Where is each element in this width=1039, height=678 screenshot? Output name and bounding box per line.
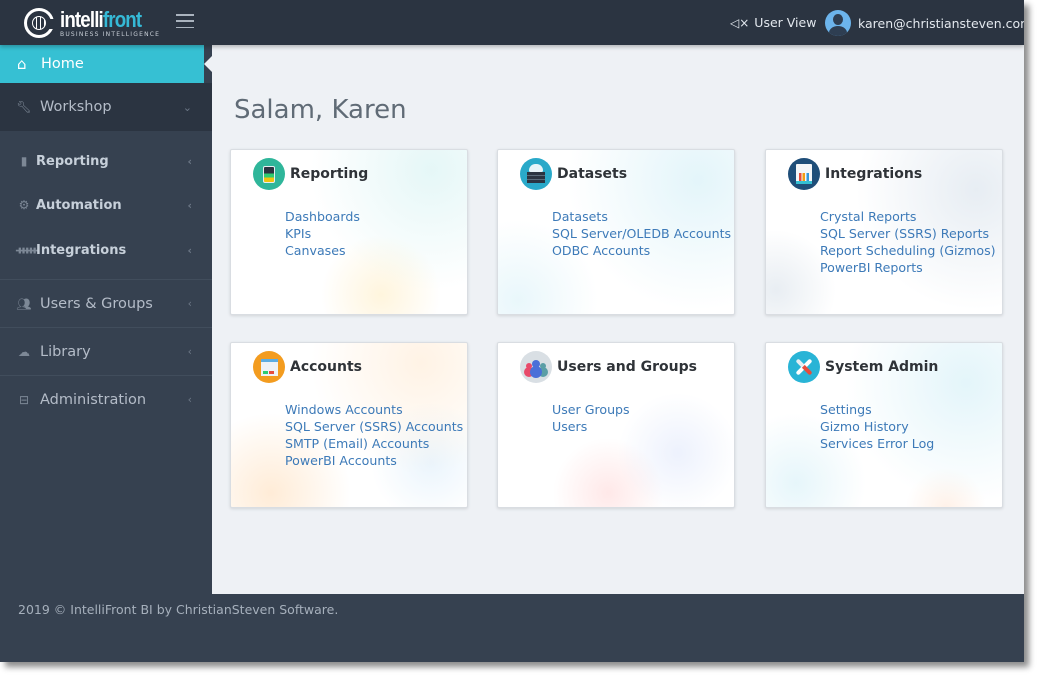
link-gizmo-history[interactable]: Gizmo History — [820, 418, 934, 435]
sidebar-item-library[interactable]: ☁ Library ‹ — [0, 328, 212, 375]
footer: 2019 © IntelliFront BI by ChristianSteve… — [0, 594, 1024, 662]
home-icon: ⌂ — [17, 55, 27, 73]
user-view-label: User View — [754, 15, 817, 30]
report-chart-icon — [788, 158, 820, 190]
logo-wordmark: intellifront — [60, 6, 142, 32]
top-bar: intellifront BUSINESS INTELLIGENCE ◁× Us… — [0, 0, 1024, 45]
chevron-left-icon: ‹ — [187, 243, 192, 257]
briefcase-icon: ⊟ — [18, 392, 30, 407]
card-datasets: Datasets Datasets SQL Server/OLEDB Accou… — [497, 149, 735, 315]
sidebar-item-workshop[interactable]: 🔧︎ Workshop ⌄ — [0, 83, 212, 131]
users-icon: 👥︎ — [16, 296, 32, 311]
sidebar-item-label: Integrations — [36, 242, 127, 258]
link-dashboards[interactable]: Dashboards — [285, 208, 360, 225]
footer-copyright: 2019 © IntelliFront BI by ChristianSteve… — [18, 602, 339, 617]
sidebar-item-label: Workshop — [40, 99, 112, 115]
card-title: System Admin — [825, 359, 939, 375]
card-title: Users and Groups — [557, 359, 697, 375]
user-view-button[interactable]: ◁× User View — [730, 15, 816, 30]
chevron-left-icon: ‹ — [187, 198, 192, 212]
app-window: intellifront BUSINESS INTELLIGENCE ◁× Us… — [0, 0, 1024, 662]
cloud-icon: ☁ — [18, 344, 30, 359]
sidebar-item-reporting[interactable]: ▮ Reporting ‹ — [0, 151, 212, 171]
sidebar-item-label: Automation — [36, 197, 122, 213]
tablet-chart-icon — [253, 158, 285, 190]
sidebar-item-label: Reporting — [36, 153, 109, 169]
link-smtp-accounts[interactable]: SMTP (Email) Accounts — [285, 435, 463, 452]
user-email: karen@christiansteven.com — [858, 15, 1024, 31]
link-powerbi-reports[interactable]: PowerBI Reports — [820, 259, 996, 276]
chevron-left-icon: ‹ — [187, 154, 192, 168]
chevron-down-icon: ⌄ — [182, 100, 192, 114]
card-reporting: Reporting Dashboards KPIs Canvases — [230, 149, 468, 315]
card-title: Integrations — [825, 166, 923, 182]
logo[interactable]: intellifront BUSINESS INTELLIGENCE — [24, 6, 160, 40]
link-user-groups[interactable]: User Groups — [552, 401, 630, 418]
card-integrations: Integrations Crystal Reports SQL Server … — [765, 149, 1003, 315]
sitemap-icon: ᚔ — [16, 243, 39, 257]
link-ssrs-reports[interactable]: SQL Server (SSRS) Reports — [820, 225, 996, 242]
chevron-left-icon: ‹ — [187, 393, 192, 406]
link-datasets[interactable]: Datasets — [552, 208, 731, 225]
user-group-icon — [520, 351, 552, 383]
logo-globe-icon — [24, 8, 55, 38]
link-windows-accounts[interactable]: Windows Accounts — [285, 401, 463, 418]
link-services-error-log[interactable]: Services Error Log — [820, 435, 934, 452]
sidebar-item-label: Administration — [40, 391, 147, 408]
sidebar-item-home[interactable]: ⌂ Home — [0, 45, 212, 83]
card-title: Reporting — [290, 166, 369, 182]
cogs-icon: ⚙ — [18, 198, 30, 212]
main-content: Salam, Karen Reporting Dashboards KPIs C… — [212, 45, 1024, 594]
link-kpis[interactable]: KPIs — [285, 225, 360, 242]
user-menu[interactable]: karen@christiansteven.com — [825, 10, 1024, 36]
chevron-left-icon: ‹ — [187, 297, 192, 310]
account-form-icon — [253, 351, 285, 383]
link-users[interactable]: Users — [552, 418, 630, 435]
card-title: Accounts — [290, 359, 363, 375]
sidebar: ⌂ Home 🔧︎ Workshop ⌄ ▮ Reporting ‹ ⚙ Aut… — [0, 45, 212, 594]
logo-tagline: BUSINESS INTELLIGENCE — [60, 30, 161, 38]
wrench-icon: 🔧︎ — [16, 100, 32, 114]
sidebar-item-label: Users & Groups — [40, 295, 153, 312]
link-sql-server-oledb-accounts[interactable]: SQL Server/OLEDB Accounts — [552, 225, 731, 242]
menu-toggle-button[interactable] — [176, 14, 194, 28]
tools-icon — [788, 351, 820, 383]
card-users-and-groups: Users and Groups User Groups Users — [497, 342, 735, 508]
link-settings[interactable]: Settings — [820, 401, 934, 418]
link-crystal-reports[interactable]: Crystal Reports — [820, 208, 996, 225]
sidebar-item-administration[interactable]: ⊟ Administration ‹ — [0, 376, 212, 423]
link-report-scheduling[interactable]: Report Scheduling (Gizmos) — [820, 242, 996, 259]
link-odbc-accounts[interactable]: ODBC Accounts — [552, 242, 731, 259]
card-accounts: Accounts Windows Accounts SQL Server (SS… — [230, 342, 468, 508]
card-system-admin: System Admin Settings Gizmo History Serv… — [765, 342, 1003, 508]
page-title: Salam, Karen — [234, 95, 407, 125]
link-powerbi-accounts[interactable]: PowerBI Accounts — [285, 452, 463, 469]
cloud-database-icon — [520, 158, 552, 190]
sidebar-item-label: Home — [41, 56, 84, 72]
speaker-mute-icon: ◁× — [730, 15, 750, 30]
sidebar-item-label: Library — [40, 343, 91, 360]
link-ssrs-accounts[interactable]: SQL Server (SSRS) Accounts — [285, 418, 463, 435]
file-icon: ▮ — [20, 154, 28, 168]
sidebar-item-automation[interactable]: ⚙ Automation ‹ — [0, 195, 212, 215]
card-title: Datasets — [557, 166, 628, 182]
sidebar-item-users-groups[interactable]: 👥︎ Users & Groups ‹ — [0, 280, 212, 327]
link-canvases[interactable]: Canvases — [285, 242, 360, 259]
chevron-left-icon: ‹ — [187, 345, 192, 358]
avatar — [825, 10, 851, 36]
sidebar-item-integrations[interactable]: ᚔ Integrations ‹ — [0, 240, 212, 260]
